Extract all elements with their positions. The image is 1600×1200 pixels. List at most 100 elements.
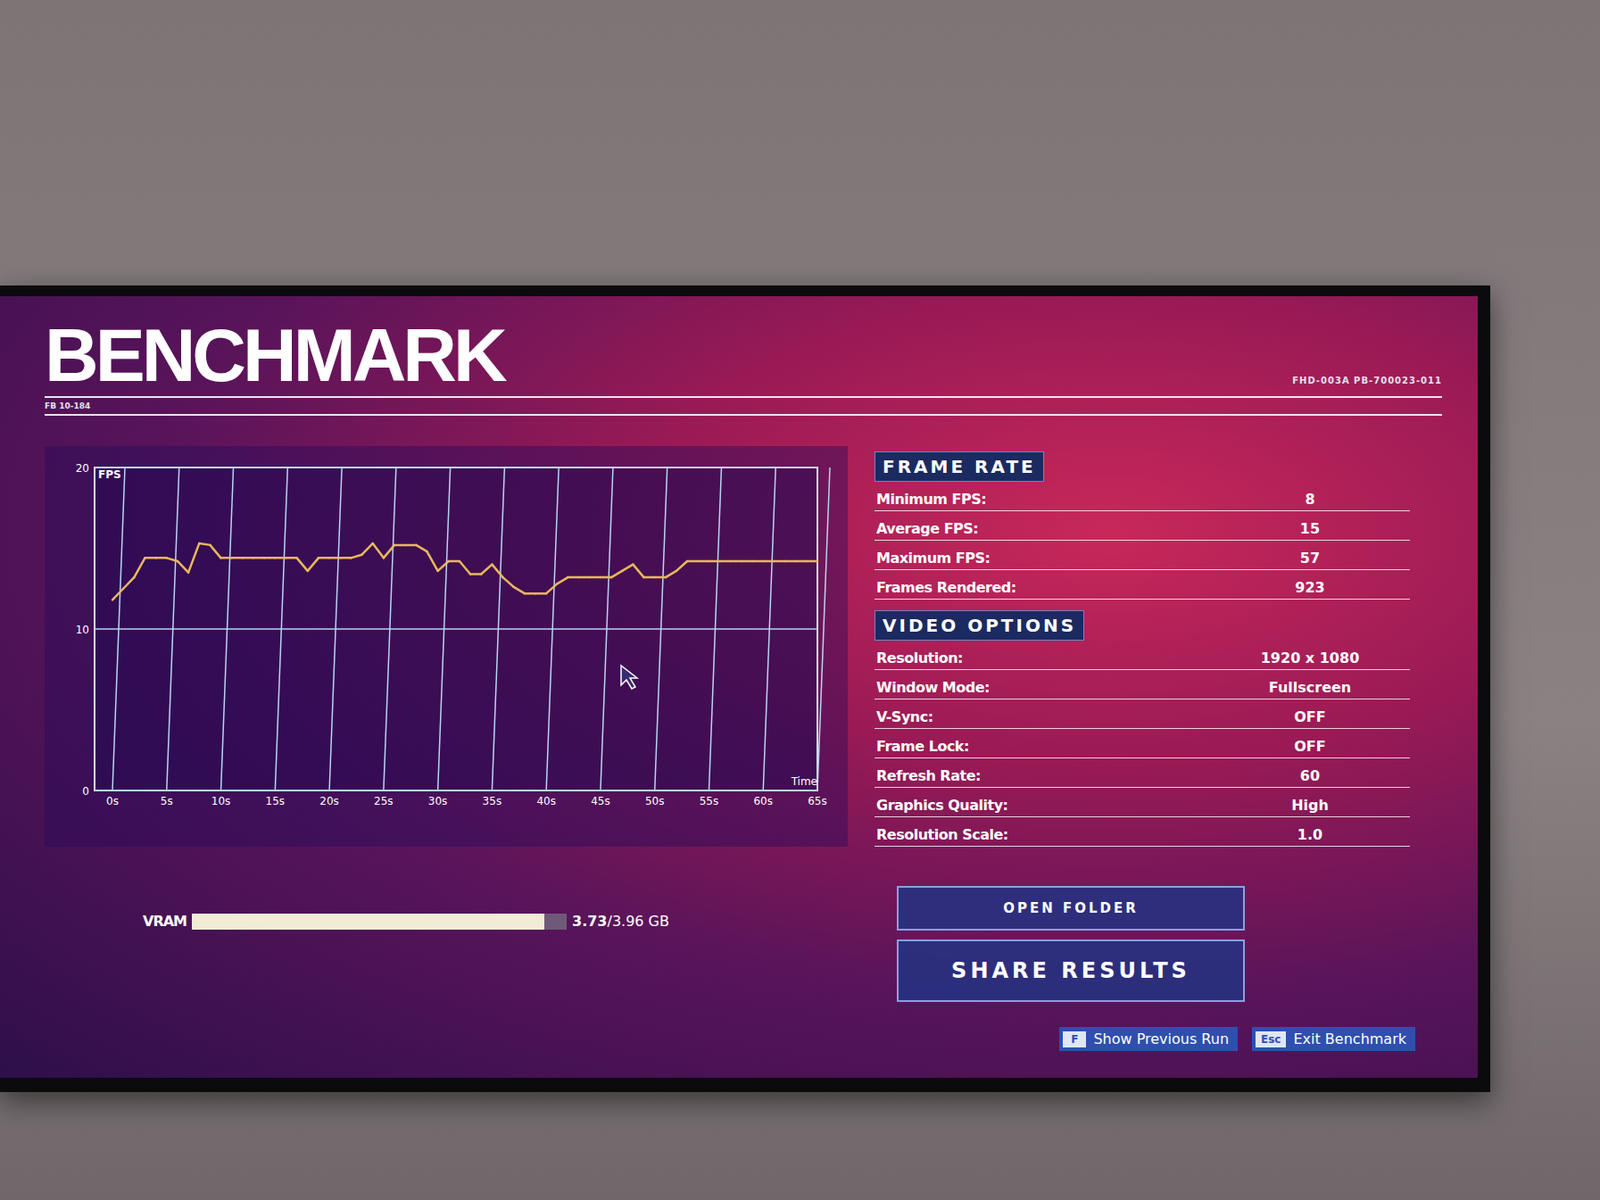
svg-text:35s: 35s [482, 795, 503, 808]
fps-line-segment [589, 576, 601, 580]
fps-line-segment [274, 556, 286, 560]
row-label: Minimum FPS: [876, 490, 1212, 508]
fps-line-segment [579, 576, 590, 580]
fps-line-segment [198, 543, 210, 546]
fps-line-segment [156, 556, 167, 560]
chart-panel: 201000s5s10s15s20s25s30s35s40s45s50s55s6… [44, 446, 848, 847]
x-axis-label: Time [790, 775, 818, 788]
fps-line-segment [665, 571, 677, 578]
fps-line-segment [405, 544, 416, 548]
row-value: 1.0 [1211, 826, 1409, 844]
x-tick: 65s [807, 467, 830, 808]
x-tick: 60s [753, 467, 776, 808]
fps-line-segment [373, 543, 384, 558]
row-label: V-Sync: [876, 708, 1212, 726]
fps-line-segment [697, 560, 709, 564]
x-tick: 10s [211, 467, 234, 808]
video-options-title: VIDEO OPTIONS [874, 610, 1085, 641]
fps-line-segment [752, 560, 763, 564]
fps-line-segment [687, 560, 698, 564]
fps-line-segment [459, 561, 471, 574]
row-label: Refresh Rate: [876, 767, 1212, 785]
fps-line-segment [546, 583, 557, 594]
fps-line-segment [177, 561, 189, 573]
row-value: 57 [1211, 549, 1409, 567]
x-tick: 45s [590, 467, 614, 808]
svg-text:25s: 25s [373, 795, 394, 808]
fps-line-segment [144, 556, 156, 560]
x-tick: 5s [160, 467, 180, 808]
fps-line-segment [166, 557, 178, 562]
fps-line-segment [133, 557, 145, 578]
fps-line-segment [297, 557, 308, 571]
svg-text:40s: 40s [536, 795, 556, 808]
fps-line-segment [383, 545, 395, 558]
fps-line-segment [426, 551, 438, 572]
row-label: Resolution: [876, 649, 1212, 667]
x-tick: 20s [319, 467, 342, 808]
fps-line-segment [470, 572, 481, 576]
row-value: High [1211, 796, 1409, 814]
fps-line-segment [394, 544, 406, 548]
key-cap: F [1062, 1031, 1087, 1048]
y-tick: 20 [75, 462, 818, 475]
fps-line-segment [806, 560, 818, 564]
video-options-row: Resolution Scale:1.0 [874, 822, 1410, 847]
fps-line-segment [720, 560, 731, 564]
svg-text:20s: 20s [319, 795, 340, 808]
x-tick: 35s [482, 467, 506, 808]
x-tick: 15s [265, 467, 289, 808]
fps-line-segment [773, 560, 785, 564]
svg-text:65s: 65s [807, 795, 828, 808]
fps-line-segment [611, 571, 622, 578]
row-value: OFF [1211, 737, 1409, 755]
benchmark-screen: BENCHMARKFHD-003A PB-700023-011FB 10-184… [0, 296, 1478, 1078]
video-options-row: Frame Lock:OFF [874, 734, 1410, 759]
fps-line-segment [567, 576, 579, 580]
fps-line-segment [762, 560, 774, 564]
svg-text:15s: 15s [265, 795, 286, 808]
fps-line-segment [209, 545, 221, 558]
frame-rate-title: FRAME RATE [874, 451, 1045, 482]
fps-line-segment [785, 560, 796, 564]
action-button[interactable]: SHARE RESULTS [896, 939, 1245, 1003]
row-label: Average FPS: [876, 520, 1212, 538]
fps-line-segment [242, 556, 254, 560]
action-button[interactable]: OPEN FOLDER [896, 886, 1245, 931]
fps-line-segment [339, 556, 351, 560]
row-value: 60 [1211, 767, 1409, 785]
fps-line-segment [503, 577, 514, 588]
fps-line-segment [632, 564, 644, 578]
fps-line-segment [232, 556, 243, 560]
row-label: Graphics Quality: [876, 796, 1212, 814]
frame-rate-row: Maximum FPS:57 [874, 546, 1410, 571]
frame-rate-row: Average FPS:15 [874, 516, 1410, 541]
frame-rate-row: Minimum FPS:8 [874, 487, 1410, 512]
tv: BENCHMARKFHD-003A PB-700023-011FB 10-184… [0, 285, 1491, 1093]
row-value: 8 [1211, 490, 1409, 508]
svg-text:50s: 50s [645, 795, 665, 808]
vram-label: VRAM [142, 912, 187, 930]
svg-text:55s: 55s [699, 795, 720, 808]
svg-text:45s: 45s [590, 795, 611, 808]
video-options-row: Refresh Rate:60 [874, 763, 1410, 788]
row-label: Maximum FPS: [876, 549, 1212, 567]
video-options-row: Resolution:1920 x 1080 [874, 646, 1410, 671]
row-label: Frames Rendered: [876, 579, 1212, 597]
header: BENCHMARKFHD-003A PB-700023-011FB 10-184 [44, 317, 1443, 416]
fps-line-segment [448, 560, 460, 564]
fps-line-segment [513, 587, 525, 594]
row-label: Window Mode: [876, 679, 1212, 697]
x-tick: 40s [536, 467, 559, 808]
key-hint[interactable]: FShow Previous Run [1059, 1027, 1238, 1052]
y-axis-label: FPS [98, 468, 122, 481]
svg-text:30s: 30s [428, 795, 448, 808]
x-tick: 55s [699, 467, 722, 808]
fps-line-segment [741, 560, 753, 564]
x-tick: 50s [645, 467, 668, 808]
row-value: Fullscreen [1211, 679, 1409, 697]
row-label: Resolution Scale: [876, 826, 1212, 844]
fps-line-segment [221, 556, 233, 560]
key-hint[interactable]: EscExit Benchmark [1251, 1027, 1416, 1052]
fps-line-segment [264, 556, 275, 560]
